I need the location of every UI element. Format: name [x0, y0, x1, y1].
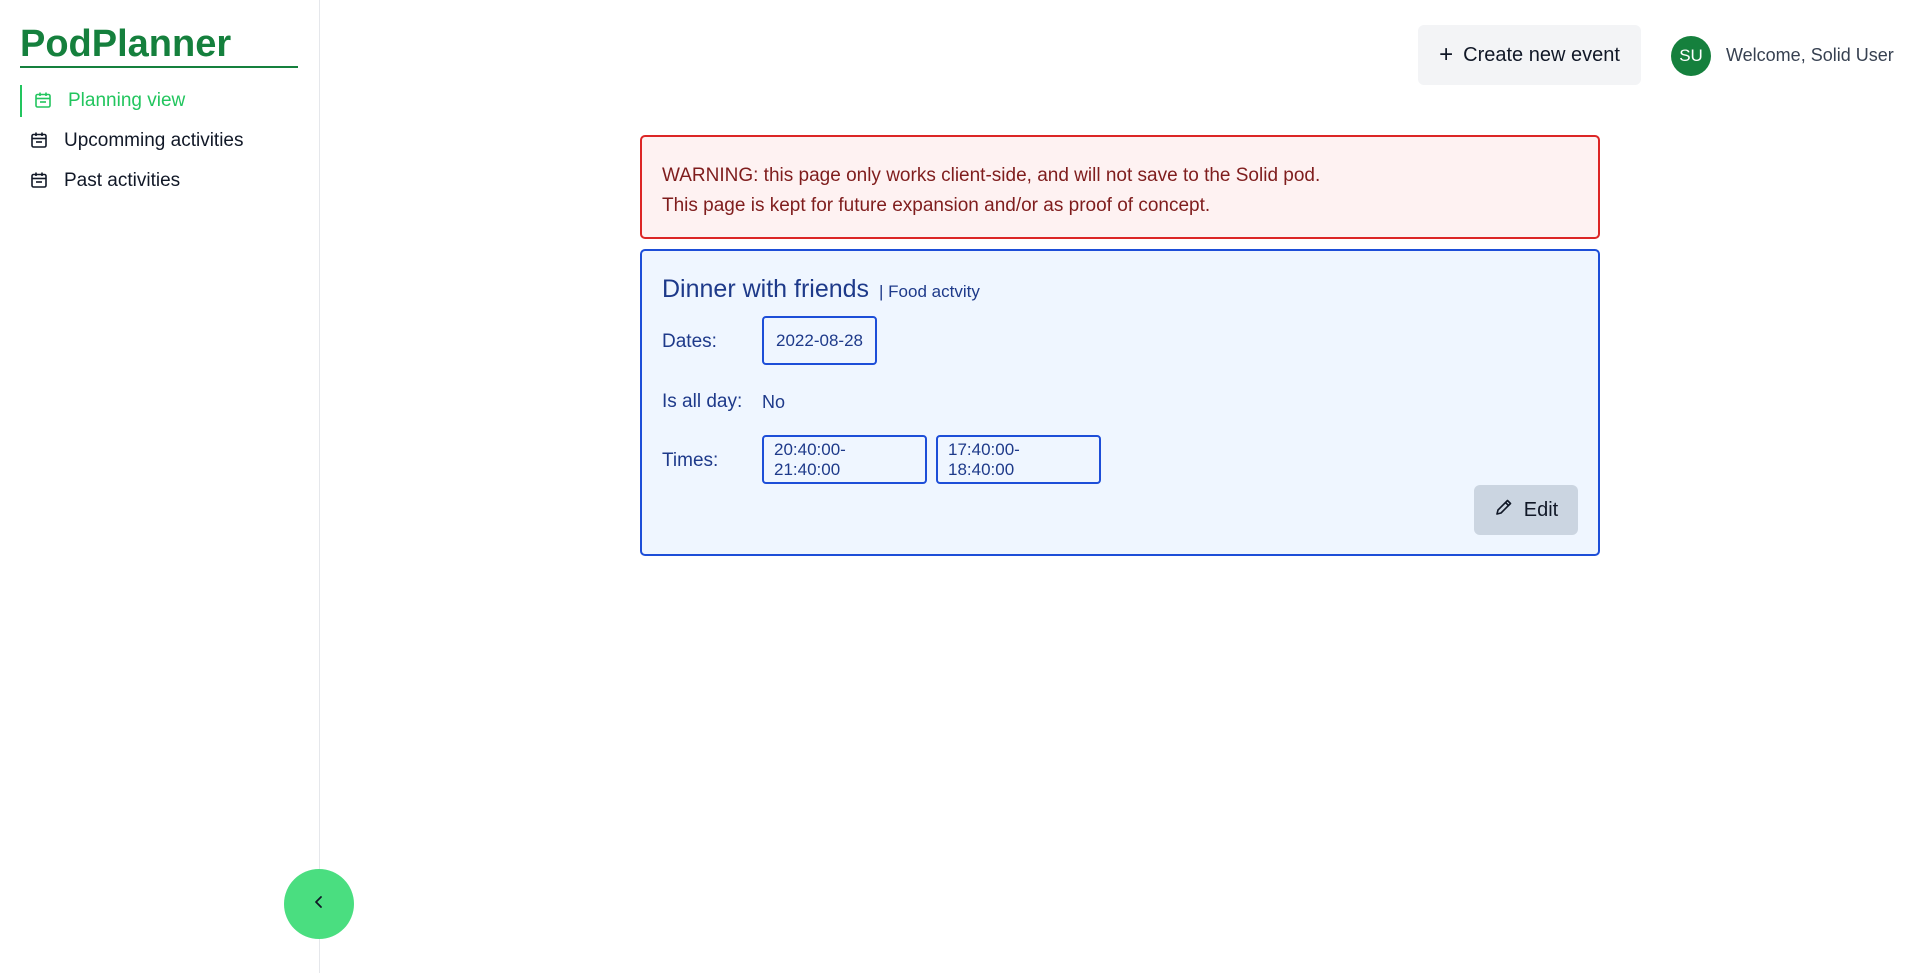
edit-label: Edit	[1523, 498, 1559, 521]
create-new-event-button[interactable]: + Create new event	[1418, 25, 1641, 85]
calendar-icon	[30, 171, 50, 191]
sidebar-item-upcoming-activities[interactable]: Upcomming activities	[20, 125, 300, 157]
calendar-icon	[34, 91, 54, 111]
sidebar: PodPlanner Planning view Upcomming activ…	[0, 0, 320, 973]
event-card: Dinner with friends | Food actvity Dates…	[640, 249, 1600, 556]
plus-icon: +	[1439, 41, 1454, 68]
sidebar-nav: Planning view Upcomming activities Past …	[20, 85, 300, 205]
sidebar-collapse-button[interactable]	[284, 869, 354, 939]
event-title: Dinner with friends	[662, 275, 870, 303]
avatar[interactable]: SU	[1671, 36, 1711, 76]
allday-label: Is all day:	[662, 391, 743, 412]
times-label: Times:	[662, 450, 719, 471]
allday-value: No	[762, 392, 786, 412]
time-chip: 17:40:00- 18:40:00	[936, 435, 1101, 484]
app-logo[interactable]: PodPlanner	[20, 24, 298, 68]
warning-line-1: WARNING: this page only works client-sid…	[662, 165, 1321, 186]
warning-banner: WARNING: this page only works client-sid…	[640, 135, 1600, 239]
event-title-row: Dinner with friends | Food actvity	[662, 275, 980, 304]
calendar-icon	[30, 131, 50, 151]
time-chip: 20:40:00- 21:40:00	[762, 435, 927, 484]
create-new-event-label: Create new event	[1463, 43, 1620, 66]
pencil-icon	[1494, 497, 1524, 523]
sidebar-item-label: Past activities	[64, 170, 181, 191]
edit-button[interactable]: Edit	[1474, 485, 1578, 535]
dates-label: Dates:	[662, 331, 717, 352]
date-chip: 2022-08-28	[762, 316, 877, 365]
sidebar-item-planning-view[interactable]: Planning view	[20, 85, 300, 117]
chevron-left-icon	[312, 894, 326, 915]
sidebar-item-past-activities[interactable]: Past activities	[20, 165, 300, 197]
warning-line-2: This page is kept for future expansion a…	[662, 195, 1211, 216]
sidebar-item-label: Upcomming activities	[64, 130, 244, 151]
event-type: | Food actvity	[879, 282, 980, 301]
welcome-text: Welcome, Solid User	[1726, 45, 1894, 65]
sidebar-item-label: Planning view	[68, 90, 186, 111]
